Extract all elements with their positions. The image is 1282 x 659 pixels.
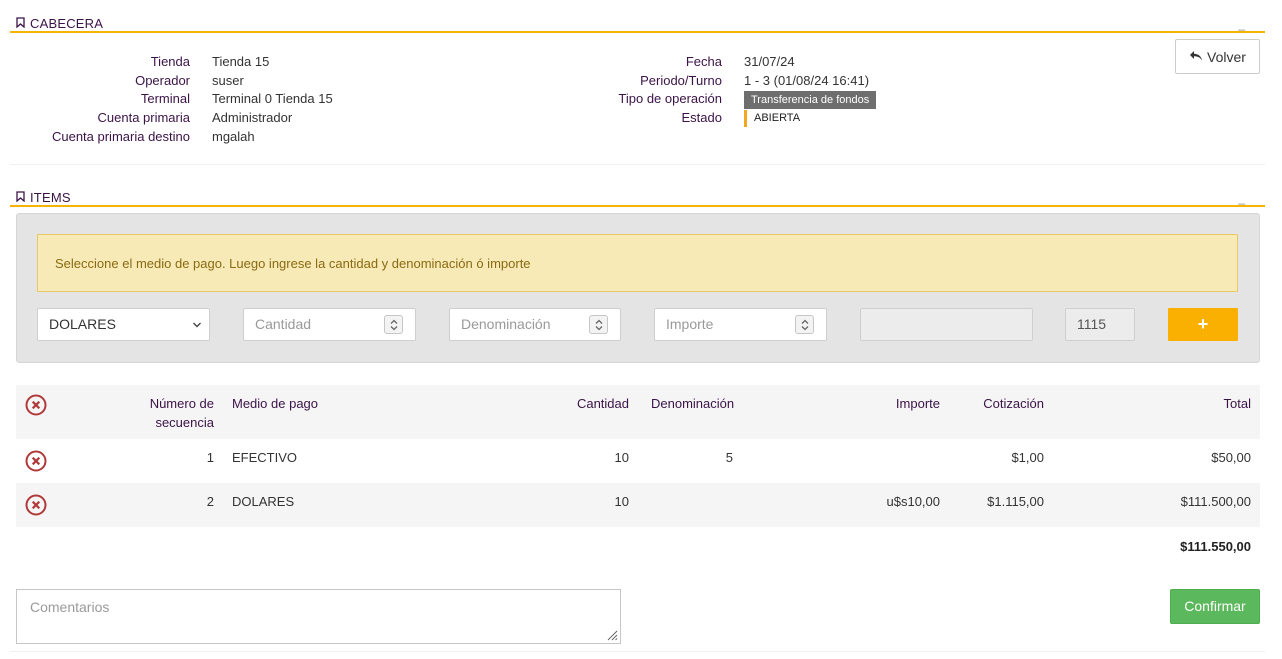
col-medio-pago: Medio de pago xyxy=(232,396,319,411)
value-terminal: Terminal 0 Tienda 15 xyxy=(212,91,333,106)
cell-numero: 2 xyxy=(206,494,214,509)
label-cuenta-primaria: Cuenta primaria xyxy=(97,110,191,125)
volver-label: Volver xyxy=(1207,48,1246,65)
reply-arrow-icon xyxy=(1189,49,1203,65)
chevron-down-icon xyxy=(192,309,202,340)
col-importe: Importe xyxy=(895,396,940,411)
cell-cantidad: 10 xyxy=(614,494,629,509)
comentarios-textarea[interactable]: Comentarios xyxy=(16,589,621,644)
tipo-operacion-badge: Transferencia de fondos xyxy=(744,91,877,109)
instructions-alert: Seleccione el medio de pago. Luego ingre… xyxy=(37,234,1238,292)
value-cuenta-destino: mgalah xyxy=(212,129,255,144)
bookmark-icon xyxy=(16,16,25,31)
col-numero-secuencia: Número de secuencia xyxy=(114,394,214,432)
col-cantidad: Cantidad xyxy=(576,396,629,411)
label-tipo-operacion: Tipo de operación xyxy=(618,91,722,106)
grand-total: $111.550,00 xyxy=(1180,539,1251,554)
col-denominacion: Denominación xyxy=(651,396,735,411)
cell-medio: DOLARES xyxy=(232,494,295,509)
items-header: ITEMS _ xyxy=(10,181,1265,207)
cantidad-input[interactable]: Cantidad xyxy=(243,308,416,341)
cotizacion-field: 1115 xyxy=(1065,308,1135,341)
value-periodo: 1 - 3 (01/08/24 16:41) xyxy=(744,73,870,88)
delete-row-icon[interactable] xyxy=(25,494,47,516)
delete-row-icon[interactable] xyxy=(25,450,47,472)
label-estado: Estado xyxy=(681,110,722,125)
cell-cantidad: 10 xyxy=(614,450,629,465)
value-tienda: Tienda 15 xyxy=(212,54,270,69)
cell-total: $50,00 xyxy=(1211,450,1251,465)
value-fecha: 31/07/24 xyxy=(744,54,795,69)
collapse-icon[interactable]: _ xyxy=(1238,17,1245,31)
col-numero-line1: Número de xyxy=(149,396,214,411)
denominacion-input[interactable]: Denominación xyxy=(449,308,621,341)
comentarios-placeholder: Comentarios xyxy=(30,599,110,615)
spinner-icon[interactable] xyxy=(384,315,403,334)
value-cuenta-primaria: Administrador xyxy=(212,110,293,125)
cell-medio: EFECTIVO xyxy=(232,450,298,465)
resize-handle-icon[interactable] xyxy=(606,629,618,641)
denominacion-placeholder: Denominación xyxy=(461,316,551,332)
label-fecha: Fecha xyxy=(685,54,722,69)
cell-numero: 1 xyxy=(206,450,214,465)
confirmar-button[interactable]: Confirmar xyxy=(1170,589,1260,624)
add-item-button[interactable]: + xyxy=(1168,308,1238,341)
cantidad-placeholder: Cantidad xyxy=(255,316,312,332)
section-divider xyxy=(10,164,1265,165)
spinner-icon[interactable] xyxy=(795,315,814,334)
col-cotizacion: Cotización xyxy=(983,396,1044,411)
cell-importe: u$s10,00 xyxy=(886,494,941,509)
medio-pago-select[interactable]: DOLARES xyxy=(37,308,210,341)
items-title: ITEMS xyxy=(30,190,71,205)
label-tienda: Tienda xyxy=(150,54,190,69)
label-cuenta-destino: Cuenta primaria destino xyxy=(51,129,190,144)
medio-pago-value: DOLARES xyxy=(49,316,116,332)
cell-cotizacion: $1.115,00 xyxy=(987,494,1044,509)
cabecera-title: CABECERA xyxy=(30,16,104,31)
delete-all-icon[interactable] xyxy=(25,394,47,416)
cell-total: $111.500,00 xyxy=(1180,494,1251,509)
label-periodo: Periodo/Turno xyxy=(640,73,722,88)
importe-placeholder: Importe xyxy=(666,316,714,332)
cell-denominacion: 5 xyxy=(725,450,733,465)
estado-badge: ABIERTA xyxy=(744,110,800,127)
volver-button[interactable]: Volver xyxy=(1175,39,1260,74)
spinner-icon[interactable] xyxy=(589,315,608,334)
cabecera-header: CABECERA _ xyxy=(10,7,1265,33)
col-numero-line2: secuencia xyxy=(155,415,214,430)
col-total: Total xyxy=(1223,396,1251,411)
value-operador: suser xyxy=(212,73,244,88)
label-operador: Operador xyxy=(135,73,190,88)
importe-input[interactable]: Importe xyxy=(654,308,827,341)
collapse-icon[interactable]: _ xyxy=(1238,191,1245,205)
cell-cotizacion: $1,00 xyxy=(1011,450,1044,465)
bottom-divider xyxy=(10,651,1265,652)
label-terminal: Terminal xyxy=(140,91,190,106)
readonly-field xyxy=(860,308,1033,341)
bookmark-icon xyxy=(16,190,25,205)
